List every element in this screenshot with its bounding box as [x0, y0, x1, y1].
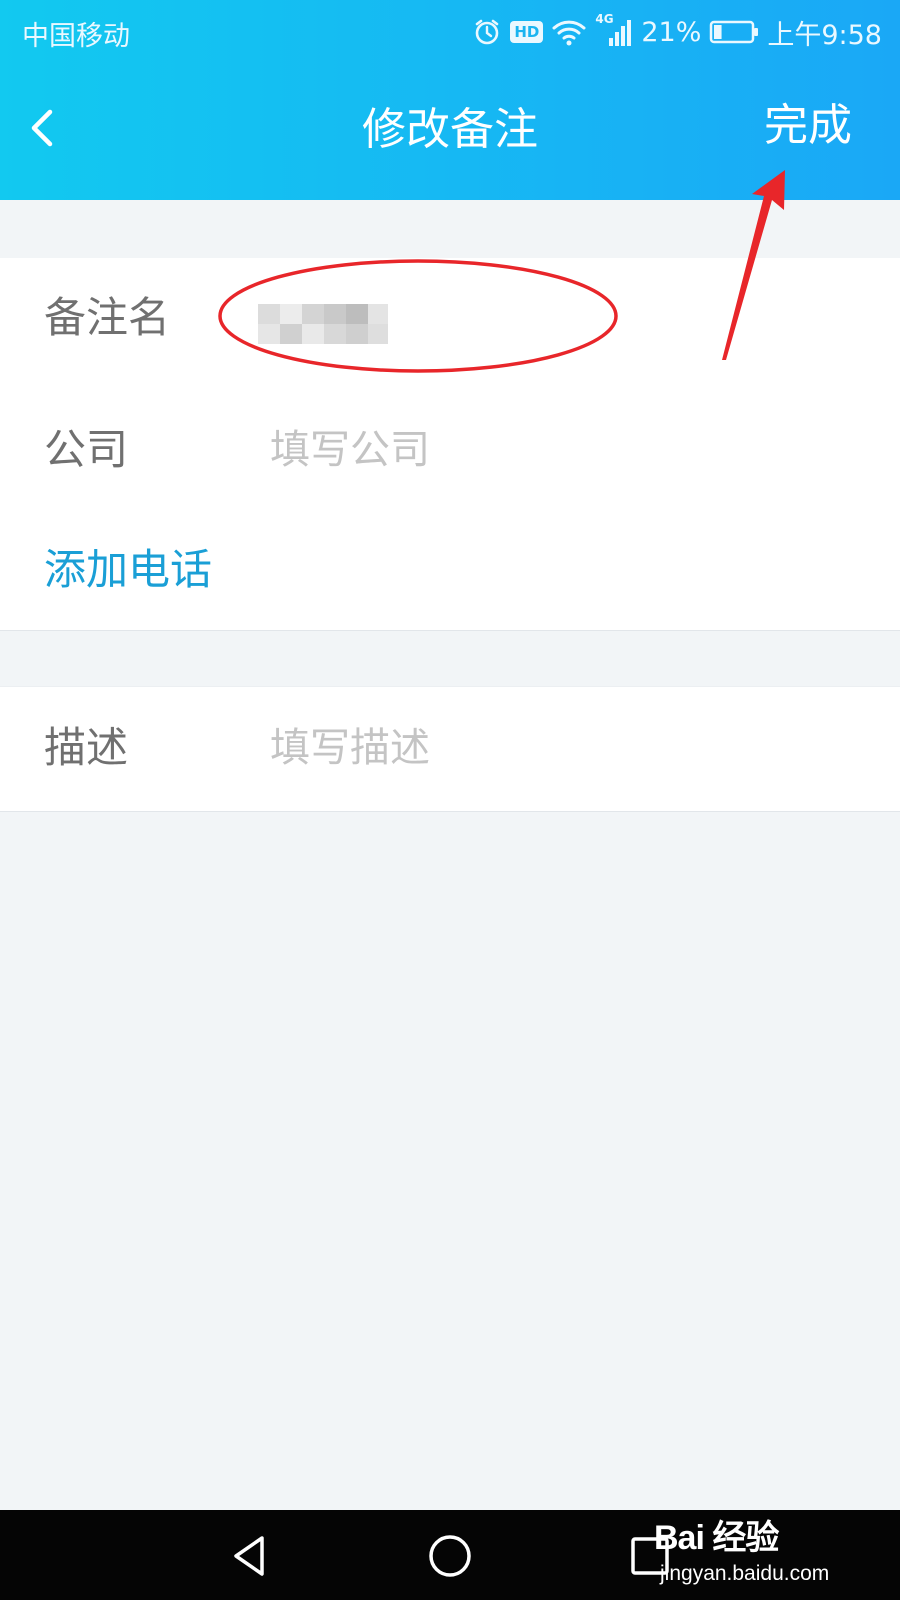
triangle-back-icon — [234, 1536, 264, 1576]
company-label: 公司 — [44, 425, 129, 474]
baidu-jingyan-watermark: Bai 经验 jingyan.baidu.com — [654, 1508, 864, 1598]
cell-signal-icon: 4G — [595, 12, 633, 48]
hd-badge: HD — [510, 21, 544, 43]
back-button[interactable] — [14, 98, 74, 158]
description-input[interactable]: 填写描述 — [270, 718, 430, 778]
chevron-left-icon — [31, 109, 53, 147]
carrier-name: 中国移动 — [22, 21, 130, 52]
alarm-icon — [472, 17, 502, 47]
status-icons: HD 4G 21% 上午9:58 — [472, 10, 882, 54]
navigation-bar: 修改备注 完成 — [0, 62, 900, 200]
company-row[interactable]: 公司 填写公司 — [0, 390, 900, 510]
remark-name-row[interactable]: 备注名 — [0, 258, 900, 378]
add-phone-button[interactable]: 添加电话 — [44, 540, 212, 600]
company-input[interactable]: 填写公司 — [270, 420, 430, 480]
remark-name-label: 备注名 — [44, 293, 171, 342]
battery-icon — [709, 19, 759, 45]
description-row[interactable]: 描述 填写描述 — [0, 688, 900, 808]
status-bar: 中国移动 HD 4G 21% 上午9:58 — [0, 0, 900, 62]
wifi-icon — [551, 18, 587, 46]
app-header: 中国移动 HD 4G 21% 上午9:58 修改备注 完成 — [0, 0, 900, 200]
battery-percent: 21% — [641, 16, 702, 48]
description-label: 描述 — [44, 723, 129, 772]
circle-home-icon — [429, 1535, 471, 1577]
watermark-url: jingyan.baidu.com — [660, 1562, 830, 1585]
status-time: 上午9:58 — [767, 19, 882, 51]
remark-name-input-blurred[interactable] — [258, 302, 398, 350]
done-button[interactable]: 完成 — [764, 98, 852, 154]
system-back-button[interactable] — [222, 1528, 278, 1584]
system-home-button[interactable] — [422, 1528, 478, 1584]
watermark-logo-text: Bai 经验 — [654, 1519, 779, 1557]
